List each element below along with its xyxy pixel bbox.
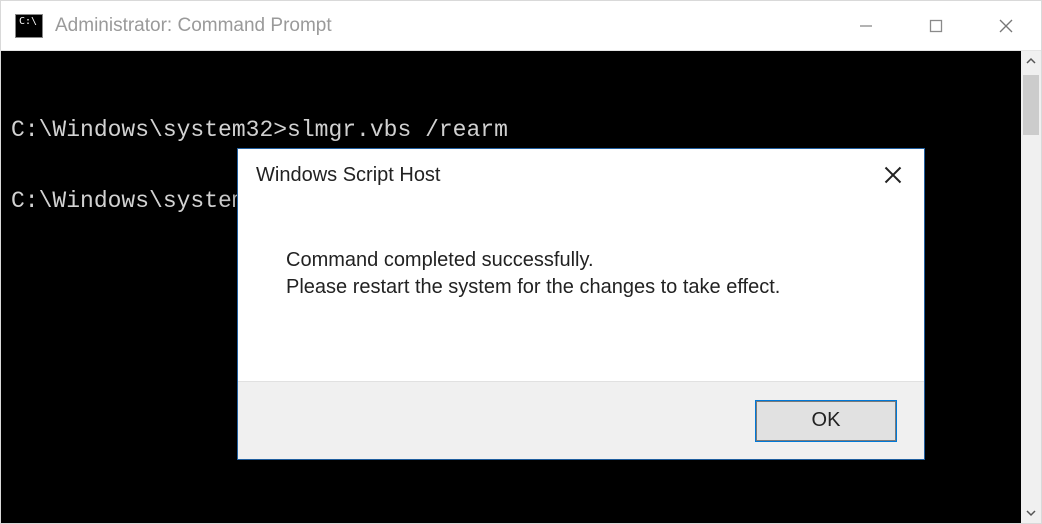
vertical-scrollbar[interactable] — [1021, 51, 1041, 523]
close-button[interactable] — [971, 1, 1041, 50]
dialog-message-line: Command completed successfully. — [286, 249, 894, 272]
cmd-icon — [15, 14, 43, 38]
dialog-message: Command completed successfully. Please r… — [238, 201, 924, 381]
maximize-icon — [928, 18, 944, 34]
close-icon — [998, 18, 1014, 34]
maximize-button[interactable] — [901, 1, 971, 50]
dialog-footer: OK — [238, 381, 924, 459]
scroll-down-button[interactable] — [1021, 503, 1041, 523]
scroll-up-button[interactable] — [1021, 51, 1041, 71]
console-line: C:\Windows\system32>slmgr.vbs /rearm — [11, 117, 508, 143]
chevron-up-icon — [1026, 56, 1036, 66]
minimize-icon — [858, 18, 874, 34]
titlebar[interactable]: Administrator: Command Prompt — [1, 1, 1041, 51]
dialog-title: Windows Script Host — [256, 164, 876, 187]
script-host-dialog: Windows Script Host Command completed su… — [237, 148, 925, 460]
scroll-thumb[interactable] — [1023, 75, 1039, 135]
window-title: Administrator: Command Prompt — [55, 15, 831, 37]
chevron-down-icon — [1026, 508, 1036, 518]
window-controls — [831, 1, 1041, 50]
dialog-message-line: Please restart the system for the change… — [286, 276, 894, 299]
dialog-titlebar[interactable]: Windows Script Host — [238, 149, 924, 201]
close-icon — [883, 165, 903, 185]
ok-button[interactable]: OK — [756, 401, 896, 441]
dialog-close-button[interactable] — [876, 158, 910, 192]
minimize-button[interactable] — [831, 1, 901, 50]
